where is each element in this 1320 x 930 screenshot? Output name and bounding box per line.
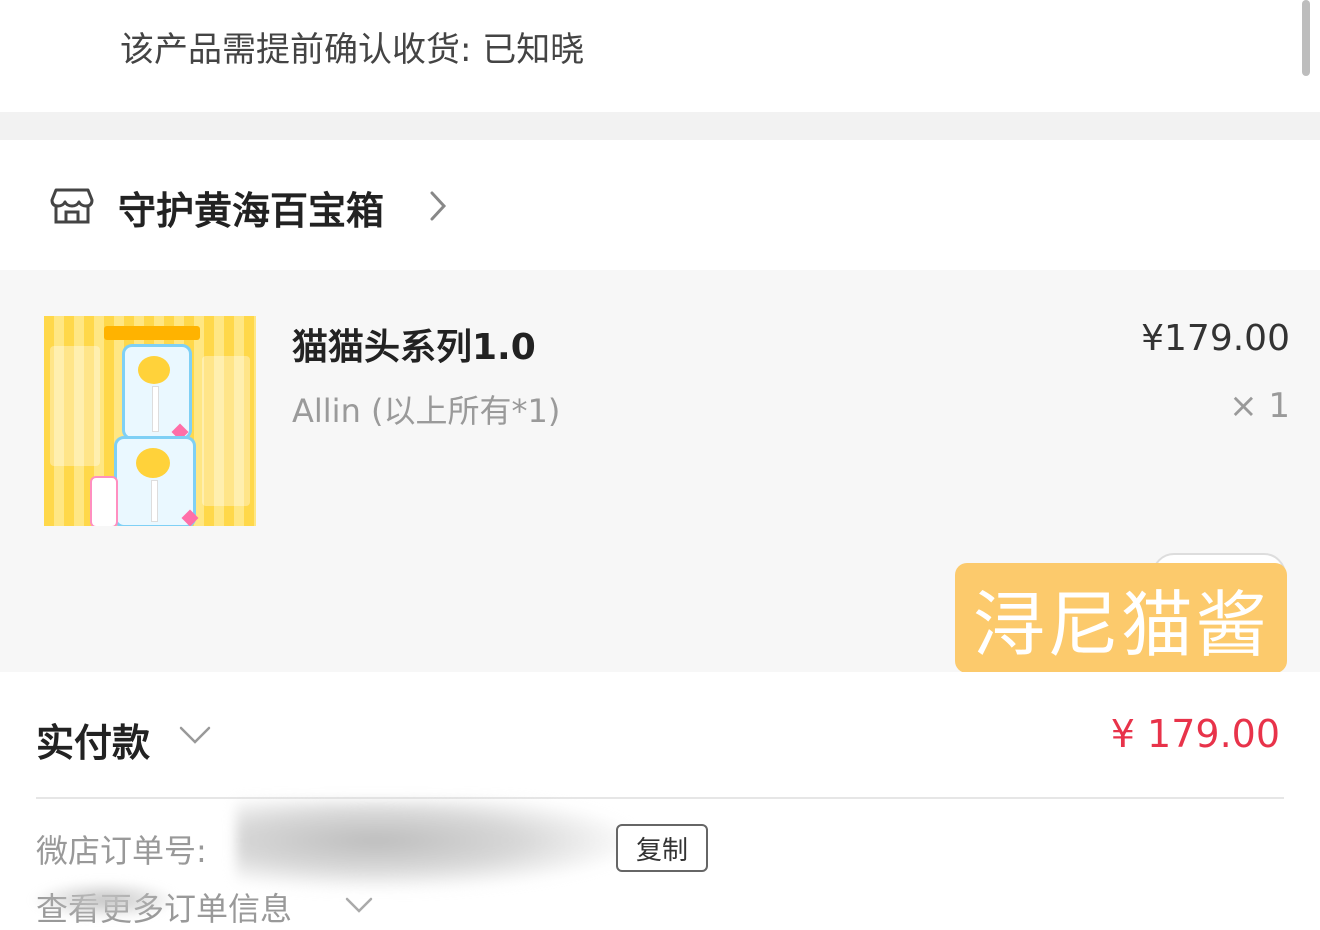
product-quantity: × 1 bbox=[1229, 386, 1290, 426]
copy-button[interactable]: 复制 bbox=[616, 824, 708, 872]
thumbnail-stick bbox=[152, 386, 159, 432]
thumbnail-items-left bbox=[50, 346, 100, 466]
thumbnail-tag bbox=[90, 476, 118, 526]
product-thumbnail[interactable] bbox=[44, 316, 256, 526]
divider bbox=[36, 797, 1284, 799]
shop-name[interactable]: 守护黄海百宝箱 bbox=[118, 180, 384, 235]
product-price: ¥179.00 bbox=[1141, 318, 1290, 359]
scrollbar[interactable] bbox=[1302, 0, 1310, 76]
paid-amount-label[interactable]: 实付款 bbox=[36, 712, 150, 767]
watermark-text: 浔尼猫酱 bbox=[972, 582, 1269, 667]
thumbnail-items-right bbox=[202, 356, 250, 506]
thumbnail-banner bbox=[104, 326, 200, 340]
store-icon bbox=[50, 188, 94, 224]
redacted-order-number bbox=[236, 800, 636, 890]
confirm-receipt-notice: 该产品需提前确认收货: 已知晓 bbox=[120, 30, 585, 70]
chevron-down-icon[interactable] bbox=[178, 724, 212, 746]
product-variant: Allin (以上所有*1) bbox=[292, 392, 561, 430]
chevron-right-icon[interactable] bbox=[428, 190, 448, 222]
order-number-label: 微店订单号: bbox=[36, 832, 207, 870]
thumbnail-stick bbox=[151, 480, 158, 522]
watermark: 浔尼猫酱 bbox=[955, 563, 1287, 673]
chevron-down-icon[interactable] bbox=[344, 896, 374, 914]
redaction-smudge bbox=[30, 880, 180, 920]
section-divider bbox=[0, 112, 1320, 140]
notice-section: 该产品需提前确认收货: 已知晓 bbox=[0, 0, 1320, 112]
product-title[interactable]: 猫猫头系列1.0 bbox=[292, 318, 536, 370]
thumbnail-cat-head bbox=[138, 356, 170, 384]
paid-amount-value: ¥ 179.00 bbox=[1110, 712, 1280, 756]
thumbnail-cat-head bbox=[136, 448, 170, 478]
